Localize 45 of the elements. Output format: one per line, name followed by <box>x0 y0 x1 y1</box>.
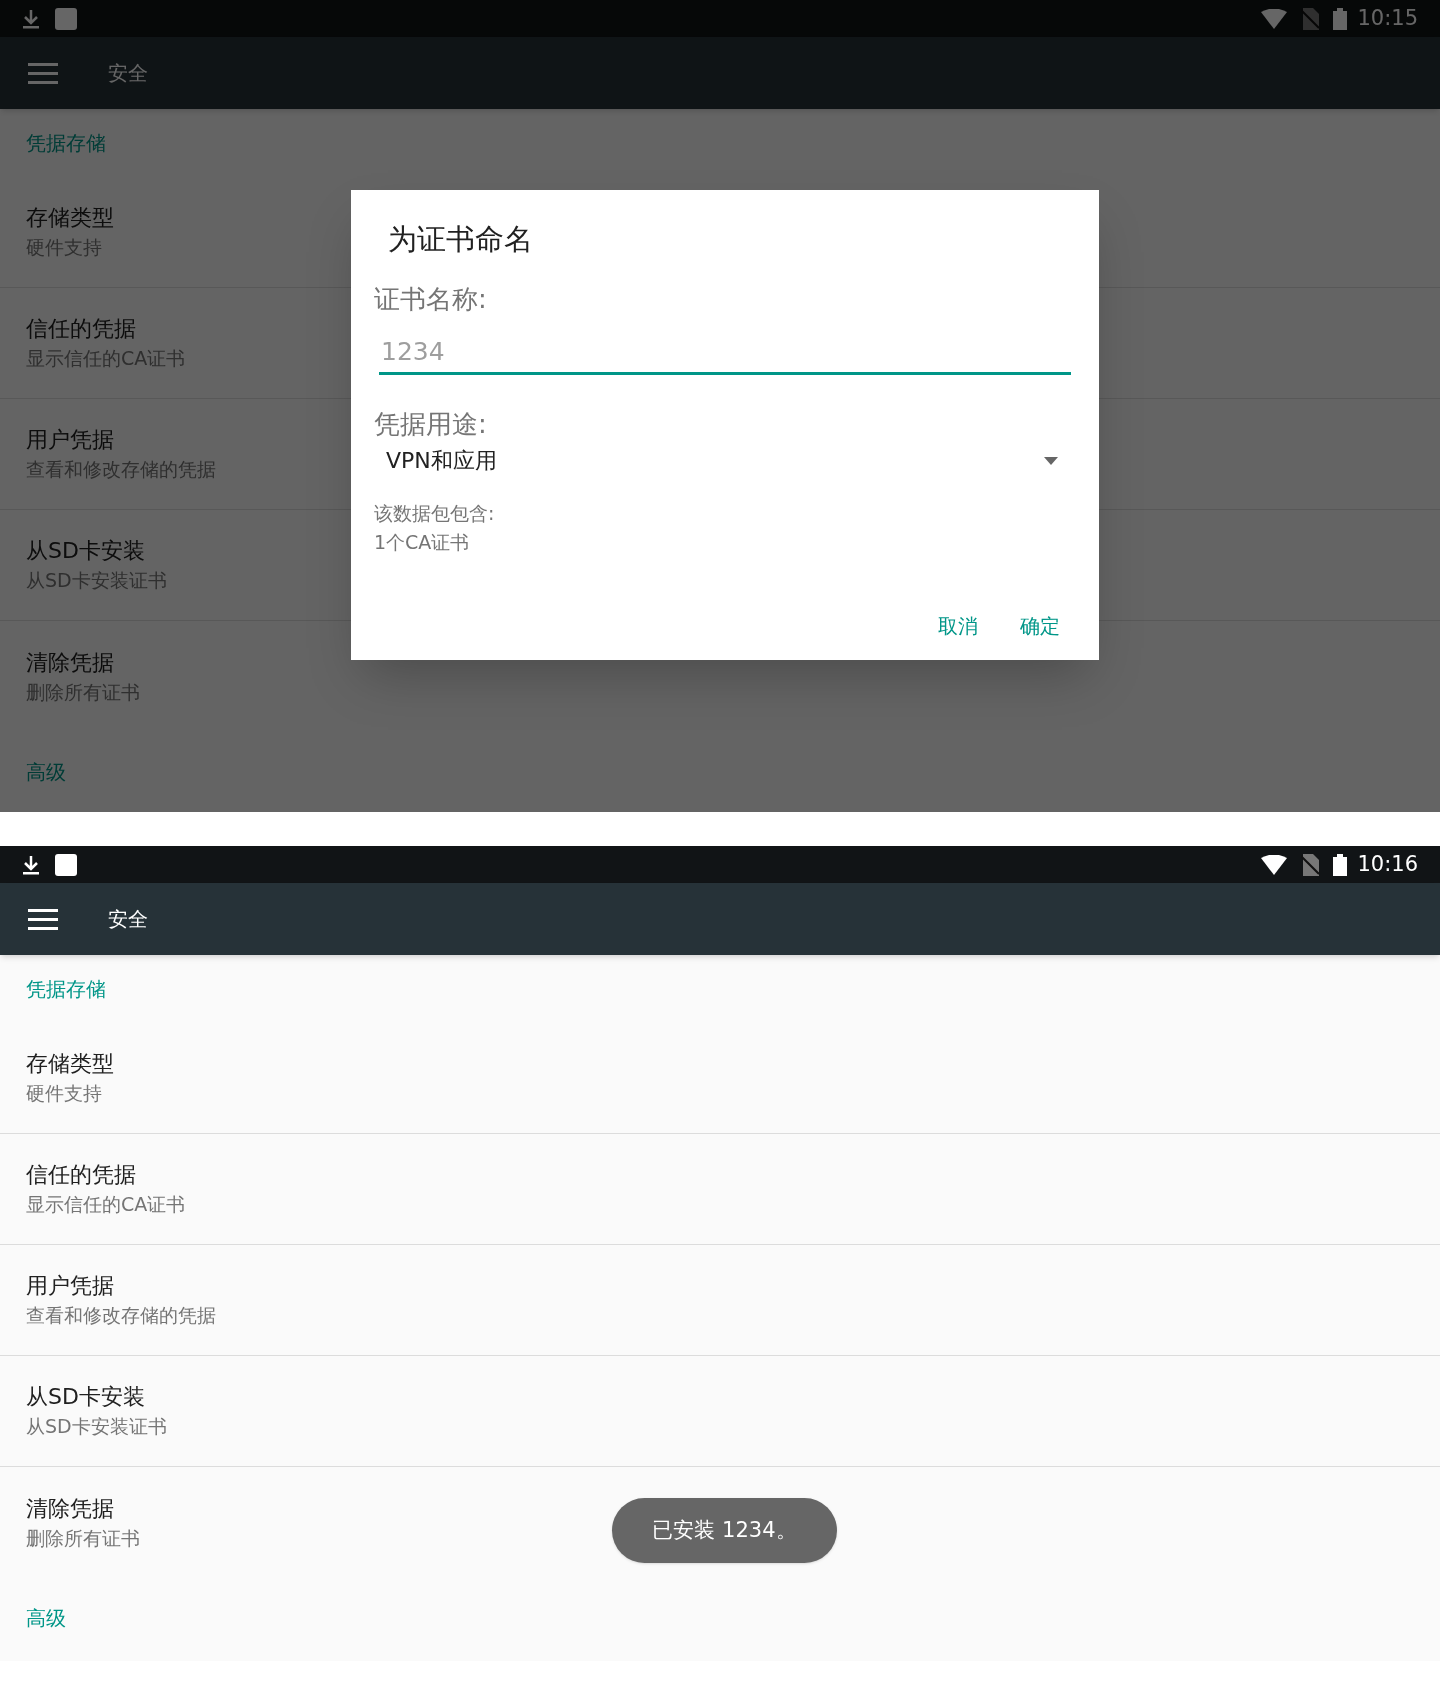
status-time: 10:16 <box>1357 850 1418 878</box>
row-subtitle: 硬件支持 <box>26 1081 102 1106</box>
row-title: 从SD卡安装 <box>26 537 145 565</box>
status-time: 10:15 <box>1357 4 1418 32</box>
no-sim-icon <box>1301 853 1320 876</box>
wifi-icon <box>1261 8 1288 29</box>
dropdown-caret-icon <box>1044 456 1058 465</box>
square-icon <box>54 852 78 877</box>
wifi-icon <box>1261 854 1288 875</box>
toolbar-title: 安全 <box>108 906 148 933</box>
info-text: 该数据包包含: <box>374 501 495 526</box>
row-title: 信任的凭据 <box>26 1161 136 1189</box>
row-title: 从SD卡安装 <box>26 1383 145 1411</box>
battery-icon <box>1333 7 1348 30</box>
row-title: 用户凭据 <box>26 426 114 454</box>
section-header: 高级 <box>26 759 66 786</box>
download-icon <box>22 853 40 876</box>
row-title: 清除凭据 <box>26 648 114 677</box>
name-field[interactable]: 1234 <box>379 332 1071 375</box>
section-header: 凭据存储 <box>26 130 106 157</box>
toast-message: 已安装 1234。 <box>612 1498 837 1563</box>
dialog-button[interactable]: 取消 <box>924 605 992 647</box>
row-subtitle: 删除所有证书 <box>26 1525 140 1551</box>
field-label: 凭据用途: <box>374 408 487 441</box>
row-subtitle: 从SD卡安装证书 <box>26 1414 167 1439</box>
battery-icon <box>1333 853 1348 876</box>
section-header: 高级 <box>26 1605 66 1632</box>
row-title: 存储类型 <box>26 204 114 232</box>
field-label: 证书名称: <box>374 282 487 316</box>
row-subtitle: 查看和修改存储的凭据 <box>26 1303 216 1328</box>
menu-icon[interactable] <box>28 908 58 930</box>
square-icon <box>54 6 78 31</box>
download-icon <box>22 7 40 30</box>
usage-dropdown[interactable]: VPN和应用 <box>374 444 1076 477</box>
row-subtitle: 显示信任的CA证书 <box>26 1192 186 1217</box>
dialog-button[interactable]: 确定 <box>1006 605 1074 647</box>
info-text: 1个CA证书 <box>374 530 470 555</box>
row-title: 清除凭据 <box>26 1494 114 1523</box>
section-header: 凭据存储 <box>26 976 106 1003</box>
no-sim-icon <box>1301 7 1320 30</box>
row-title: 信任的凭据 <box>26 315 136 343</box>
row-title: 用户凭据 <box>26 1272 114 1300</box>
row-title: 存储类型 <box>26 1050 114 1078</box>
dialog-title: 为证书命名 <box>388 221 533 258</box>
toolbar-title: 安全 <box>108 60 148 87</box>
